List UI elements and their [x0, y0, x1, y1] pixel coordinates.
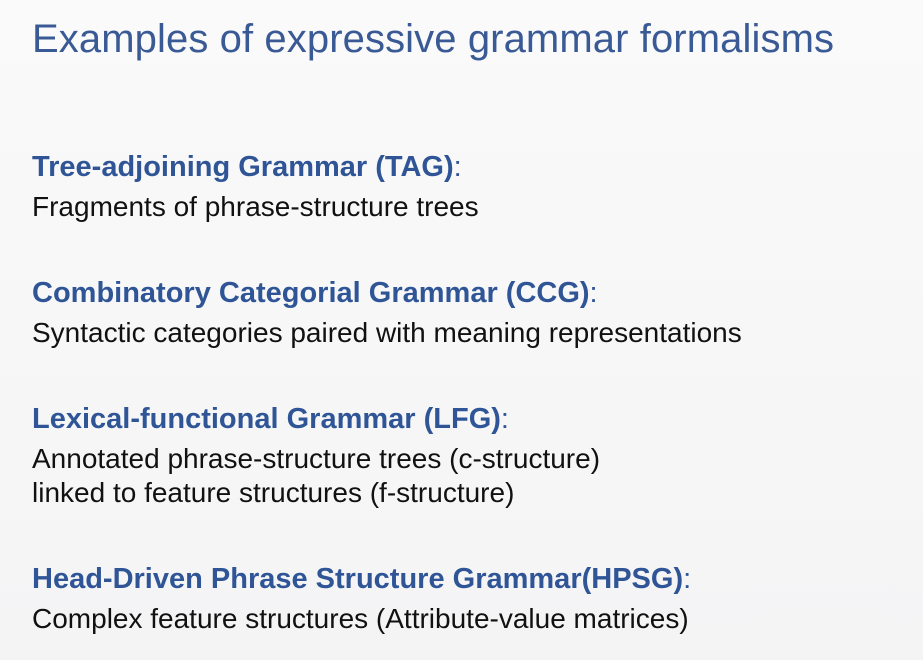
section-description-line-2: linked to feature structures (f-structur…	[32, 477, 515, 508]
section-heading: Combinatory Categorial Grammar (CCG):	[32, 276, 912, 310]
section-hpsg: Head-Driven Phrase Structure Grammar(HPS…	[32, 562, 912, 636]
section-heading-text: Head-Driven Phrase Structure Grammar(HPS…	[32, 563, 684, 595]
section-heading-text: Lexical-functional Grammar (LFG)	[32, 403, 501, 435]
section-description: Fragments of phrase-structure trees	[32, 191, 479, 222]
section-ccg: Combinatory Categorial Grammar (CCG): Sy…	[32, 276, 912, 350]
section-heading-text: Combinatory Categorial Grammar (CCG)	[32, 277, 590, 309]
section-description: Complex feature structures (Attribute-va…	[32, 603, 689, 634]
slide: Examples of expressive grammar formalism…	[0, 0, 923, 660]
section-description-line-1: Annotated phrase-structure trees (c-stru…	[32, 443, 601, 474]
section-heading: Head-Driven Phrase Structure Grammar(HPS…	[32, 562, 912, 596]
slide-title: Examples of expressive grammar formalism…	[32, 17, 835, 61]
heading-colon: :	[683, 563, 692, 595]
heading-colon: :	[453, 151, 462, 183]
section-heading: Lexical-functional Grammar (LFG):	[32, 402, 912, 436]
heading-colon: :	[500, 403, 509, 435]
section-description: Syntactic categories paired with meaning…	[32, 317, 742, 348]
section-heading-text: Tree-adjoining Grammar (TAG)	[32, 151, 454, 183]
section-tag: Tree-adjoining Grammar (TAG): Fragments …	[32, 150, 912, 224]
section-lfg: Lexical-functional Grammar (LFG): Annota…	[32, 402, 912, 510]
section-heading: Tree-adjoining Grammar (TAG):	[32, 150, 912, 184]
heading-colon: :	[589, 277, 598, 309]
